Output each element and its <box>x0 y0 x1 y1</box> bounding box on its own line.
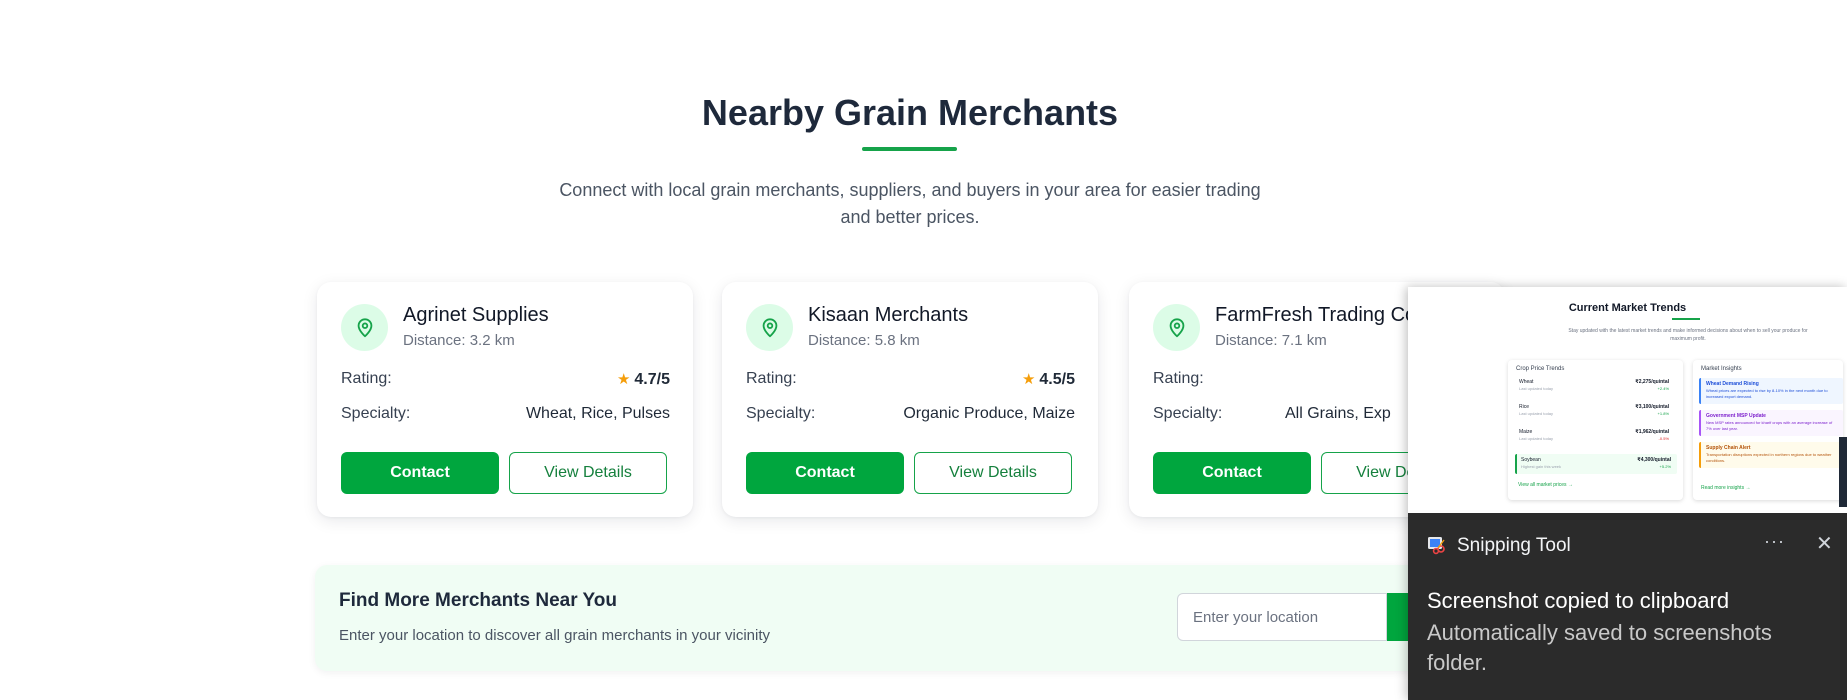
find-title: Find More Merchants Near You <box>339 590 618 611</box>
toast-heading: Screenshot copied to clipboard <box>1427 588 1730 613</box>
merchant-name: Kisaan Merchants <box>808 304 969 326</box>
close-icon[interactable]: ✕ <box>1816 531 1833 556</box>
contact-button[interactable]: Contact <box>341 452 499 494</box>
merchant-card: Kisaan Merchants Distance: 5.8 km Rating… <box>722 282 1098 517</box>
preview-insights-heading: Market Insights <box>1701 366 1742 372</box>
preview-crop-row: Soybean Highest gain this week ₹4,300/qu… <box>1515 454 1677 474</box>
specialty-label: Specialty: <box>1153 405 1223 422</box>
preview-title: Current Market Trends <box>1568 302 1687 314</box>
section-subtitle: Connect with local grain merchants, supp… <box>559 180 1261 227</box>
specialty-label: Specialty: <box>341 405 411 422</box>
rating-label: Rating: <box>746 370 797 387</box>
preview-edge <box>1839 437 1847 507</box>
snipping-tool-icon <box>1428 537 1445 555</box>
specialty-label: Specialty: <box>746 405 816 422</box>
toast-content: Snipping Tool ··· ✕ Screenshot copied to… <box>1408 513 1847 700</box>
specialty-value: Wheat, Rice, Pulses <box>525 405 670 422</box>
rating-value: ★ 4.7/5 <box>616 371 670 388</box>
merchant-name: FarmFresh Trading Co <box>1215 304 1417 326</box>
map-pin-icon <box>746 304 793 351</box>
preview-crop-row: Wheat Last updated today ₹2,275/quintal … <box>1519 379 1669 391</box>
toast-app-name: Snipping Tool <box>1457 535 1571 556</box>
view-details-button[interactable]: View Details <box>914 452 1072 494</box>
preview-insights-panel: Market Insights Wheat Demand Rising Whea… <box>1693 360 1843 500</box>
merchant-distance: Distance: 3.2 km <box>403 332 515 349</box>
preview-read-more-link: Read more insights → <box>1701 485 1751 491</box>
star-icon: ★ <box>1021 371 1036 388</box>
more-options-icon[interactable]: ··· <box>1764 531 1785 552</box>
preview-insight: Government MSP Update New MSP rates anno… <box>1699 410 1843 436</box>
preview-view-all-link: View all market prices → <box>1518 482 1573 488</box>
specialty-value: All Grains, Exp <box>1285 405 1391 422</box>
map-pin-icon <box>1153 304 1200 351</box>
preview-insight: Supply Chain Alert Transportation disrup… <box>1699 442 1843 468</box>
find-merchants-panel: Find More Merchants Near You Enter your … <box>315 565 1525 671</box>
snipping-tool-toast[interactable]: Current Market Trends Stay updated with … <box>1408 287 1847 700</box>
specialty-value: Organic Produce, Maize <box>903 405 1075 422</box>
rating-label: Rating: <box>341 370 392 387</box>
title-underline <box>862 147 957 151</box>
view-details-button[interactable]: View Details <box>509 452 667 494</box>
preview-crop-heading: Crop Price Trends <box>1516 366 1565 372</box>
merchant-card: Agrinet Supplies Distance: 3.2 km Rating… <box>317 282 693 517</box>
star-icon: ★ <box>616 371 631 388</box>
section-title: Nearby Grain Merchants <box>701 92 1119 133</box>
preview-subtitle: Stay updated with the latest market tren… <box>1568 328 1808 342</box>
preview-crop-panel: Crop Price Trends Wheat Last updated tod… <box>1508 360 1683 500</box>
toast-body: Automatically saved to screenshots folde… <box>1427 620 1772 675</box>
map-pin-icon <box>341 304 388 351</box>
screenshot-preview[interactable]: Current Market Trends Stay updated with … <box>1408 287 1847 513</box>
preview-crop-row: Rice Last updated today ₹3,100/quintal +… <box>1519 404 1669 416</box>
rating-label: Rating: <box>1153 370 1204 387</box>
contact-button[interactable]: Contact <box>746 452 904 494</box>
contact-button[interactable]: Contact <box>1153 452 1311 494</box>
rating-value: ★ 4.5/5 <box>1021 371 1075 388</box>
merchant-distance: Distance: 5.8 km <box>808 332 920 349</box>
preview-crop-row: Maize Last updated today ₹1,962/quintal … <box>1519 429 1669 441</box>
find-description: Enter your location to discover all grai… <box>339 627 771 644</box>
location-input[interactable] <box>1177 593 1387 641</box>
merchant-name: Agrinet Supplies <box>403 304 549 326</box>
preview-insight: Wheat Demand Rising Wheat prices are exp… <box>1699 378 1843 404</box>
preview-title-underline <box>1672 318 1700 320</box>
merchant-distance: Distance: 7.1 km <box>1215 332 1327 349</box>
